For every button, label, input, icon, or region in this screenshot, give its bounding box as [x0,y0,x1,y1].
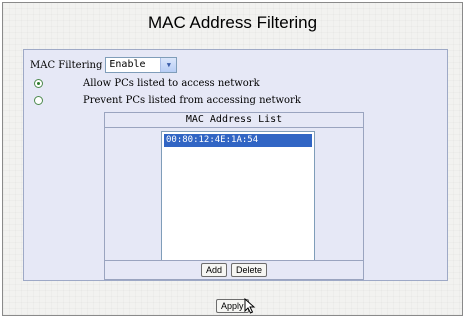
delete-button[interactable]: Delete [231,263,268,277]
mac-filtering-row: MAC Filtering Enable ▼ [30,56,178,74]
prevent-option[interactable]: Prevent PCs listed from accessing networ… [34,93,301,107]
mac-address-list-box: MAC Address List 00:80:12:4E:1A:54 Add D… [104,112,364,280]
allow-option-label: Allow PCs listed to access network [83,77,260,89]
chevron-down-icon[interactable]: ▼ [160,58,177,72]
mac-list-actions: Add Delete [105,260,363,279]
mac-filtering-value: Enable [109,59,146,70]
allow-radio[interactable] [34,78,43,88]
prevent-option-label: Prevent PCs listed from accessing networ… [83,94,301,106]
mouse-cursor-icon [244,298,256,314]
page-title: MAC Address Filtering [147,13,318,32]
mac-address-listbox[interactable]: 00:80:12:4E:1A:54 [161,131,315,261]
mac-filtering-select[interactable]: Enable ▼ [105,57,178,73]
prevent-radio[interactable] [34,95,43,105]
add-button[interactable]: Add [200,263,227,277]
allow-option[interactable]: Allow PCs listed to access network [34,76,260,90]
mac-address-list-title: MAC Address List [105,113,363,128]
filter-panel: MAC Filtering Enable ▼ Allow PCs listed … [23,49,448,281]
mac-filtering-label: MAC Filtering [30,59,103,71]
page-frame: MAC Address Filtering MAC Filtering Enab… [2,2,463,316]
list-item[interactable]: 00:80:12:4E:1A:54 [164,134,312,147]
